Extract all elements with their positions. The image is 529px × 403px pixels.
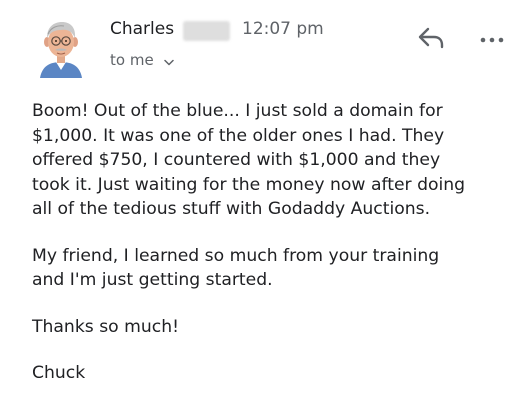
message-line: took it. Just waiting for the money now … [32,174,466,195]
redacted-surname [183,21,230,41]
message-line: My friend, I learned so much from your t… [32,245,440,266]
message-line: offered $750, I countered with $1,000 an… [32,150,441,170]
sender-name: Charles [110,19,175,39]
sender-avatar[interactable] [36,20,86,78]
message-paragraph-2: My friend, I learned so much from your t… [32,244,512,293]
person-avatar-illustration-icon [40,22,82,78]
message-line: Thanks so much! [32,316,179,337]
reply-arrow-icon [418,27,444,49]
message-line: and I'm just getting started. [32,270,273,290]
message-line: Boom! Out of the blue... I just sold a d… [32,101,443,121]
reply-button[interactable] [417,26,447,50]
message-paragraph-1: Boom! Out of the blue... I just sold a d… [32,99,512,222]
message-line: all of the tedious stuff with Godaddy Au… [32,199,431,219]
recipient-details-toggle[interactable]: to me [110,51,175,70]
more-options-button[interactable] [480,30,504,43]
message-body: Boom! Out of the blue... I just sold a d… [32,99,512,386]
message-paragraph-3: Thanks so much! [32,315,512,340]
message-timestamp: 12:07 pm [242,19,324,39]
message-signature: Chuck [32,361,512,386]
recipient-label: to me [110,51,154,69]
signature-text: Chuck [32,363,86,383]
chevron-down-icon [164,52,175,70]
message-line: $1,000. It was one of the older ones I h… [32,125,445,146]
more-horizontal-icon [480,37,504,43]
